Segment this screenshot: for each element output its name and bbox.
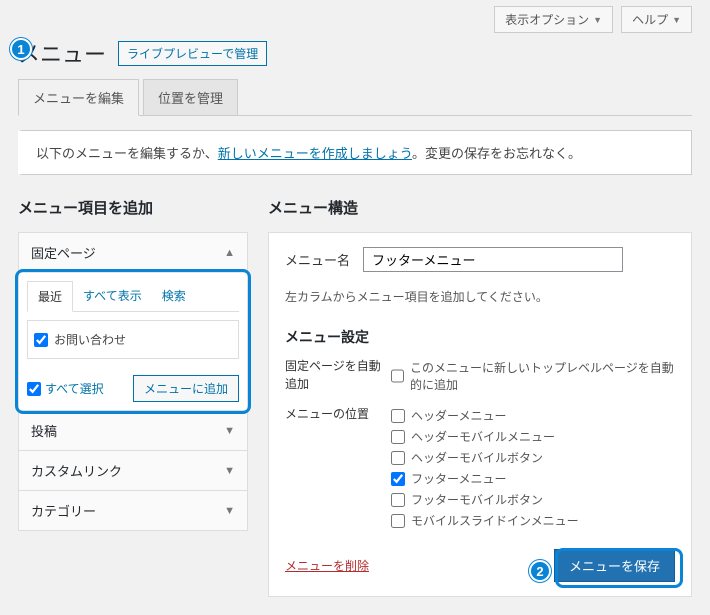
select-all-checkbox[interactable]: [27, 382, 41, 396]
chevron-down-icon: ▼: [224, 425, 235, 437]
menu-location-label: メニューの位置: [285, 405, 381, 423]
menu-structure-panel: メニュー名 左カラムからメニュー項目を追加してください。 メニュー設定 固定ペー…: [268, 232, 692, 597]
empty-hint: 左カラムからメニュー項目を追加してください。: [285, 288, 675, 305]
page-item-contact-label: お問い合わせ: [54, 331, 126, 348]
nav-tabs: メニューを編集 位置を管理: [18, 79, 692, 116]
inner-tab-all[interactable]: すべて表示: [73, 281, 152, 311]
loc-header-mobile-btn[interactable]: ヘッダーモバイルボタン: [391, 447, 675, 468]
auto-add-option[interactable]: このメニューに新しいトップレベルページを自動的に追加: [391, 357, 675, 395]
loc-footer[interactable]: フッターメニュー: [391, 468, 675, 489]
auto-add-label: 固定ページを自動追加: [285, 357, 381, 393]
select-all-toggle[interactable]: すべて選択: [27, 380, 104, 397]
select-all-label: すべて選択: [45, 380, 104, 397]
loc-footer-mobile-btn[interactable]: フッターモバイルボタン: [391, 489, 675, 510]
accordion-categories-label: カテゴリー: [31, 501, 96, 520]
delete-menu-link[interactable]: メニューを削除: [285, 557, 369, 574]
loc-footer-mobile-btn-checkbox[interactable]: [391, 493, 405, 507]
loc-footer-checkbox[interactable]: [391, 472, 405, 486]
chevron-down-icon: ▼: [224, 505, 235, 517]
screen-options-label: 表示オプション: [505, 11, 589, 28]
chevron-up-icon: ▲: [224, 247, 235, 259]
inner-tab-recent[interactable]: 最近: [27, 281, 73, 312]
loc-mobile-slidein[interactable]: モバイルスライドインメニュー: [391, 510, 675, 531]
accordion-categories-header[interactable]: カテゴリー ▼: [19, 491, 247, 530]
menu-name-label: メニュー名: [285, 250, 353, 269]
live-preview-button[interactable]: ライブプレビューで管理: [118, 41, 267, 66]
menu-name-input[interactable]: [363, 247, 623, 272]
inner-tab-search[interactable]: 検索: [152, 281, 196, 311]
loc-header-mobile[interactable]: ヘッダーモバイルメニュー: [391, 426, 675, 447]
notice-text-post: 。変更の保存をお忘れなく。: [412, 146, 581, 161]
tab-manage-locations[interactable]: 位置を管理: [143, 79, 238, 115]
chevron-down-icon: ▼: [672, 15, 681, 25]
menu-structure-heading: メニュー構造: [268, 197, 692, 218]
help-label: ヘルプ: [632, 11, 668, 28]
accordion-pages-label: 固定ページ: [31, 243, 96, 262]
notice-text-pre: 以下のメニューを編集するか、: [36, 146, 218, 161]
pages-inner-tabs: 最近 すべて表示 検索: [27, 281, 239, 312]
accordion-posts-label: 投稿: [31, 421, 57, 440]
add-to-menu-button[interactable]: メニューに追加: [133, 375, 239, 402]
page-item-contact-checkbox[interactable]: [34, 333, 48, 347]
accordion-pages-header[interactable]: 固定ページ ▲: [19, 233, 247, 273]
accordion-custom-label: カスタムリンク: [31, 461, 122, 480]
accordion-posts-header[interactable]: 投稿 ▼: [19, 411, 247, 450]
page-title: メニュー: [18, 37, 106, 69]
auto-add-checkbox[interactable]: [391, 369, 404, 383]
save-menu-button[interactable]: メニューを保存: [554, 549, 675, 582]
chevron-down-icon: ▼: [593, 15, 602, 25]
pages-list: お問い合わせ: [27, 320, 239, 359]
menu-settings-heading: メニュー設定: [285, 327, 675, 347]
loc-header-mobile-checkbox[interactable]: [391, 430, 405, 444]
loc-header-checkbox[interactable]: [391, 409, 405, 423]
help-button[interactable]: ヘルプ ▼: [621, 6, 692, 33]
auto-add-text: このメニューに新しいトップレベルページを自動的に追加: [410, 359, 675, 393]
loc-mobile-slidein-checkbox[interactable]: [391, 514, 405, 528]
screen-options-button[interactable]: 表示オプション ▼: [494, 6, 613, 33]
create-new-menu-link[interactable]: 新しいメニューを作成しましょう: [218, 146, 412, 161]
add-items-heading: メニュー項目を追加: [18, 197, 248, 218]
accordion-pages-body: 最近 すべて表示 検索 お問い合わせ すべて選択: [19, 273, 247, 410]
chevron-down-icon: ▼: [224, 465, 235, 477]
accordion-custom-links-header[interactable]: カスタムリンク ▼: [19, 451, 247, 490]
page-item-contact[interactable]: お問い合わせ: [30, 325, 236, 354]
tab-edit-menu[interactable]: メニューを編集: [18, 79, 139, 116]
notice-box: 以下のメニューを編集するか、新しいメニューを作成しましょう。変更の保存をお忘れな…: [18, 130, 692, 175]
loc-header[interactable]: ヘッダーメニュー: [391, 405, 675, 426]
loc-header-mobile-btn-checkbox[interactable]: [391, 451, 405, 465]
